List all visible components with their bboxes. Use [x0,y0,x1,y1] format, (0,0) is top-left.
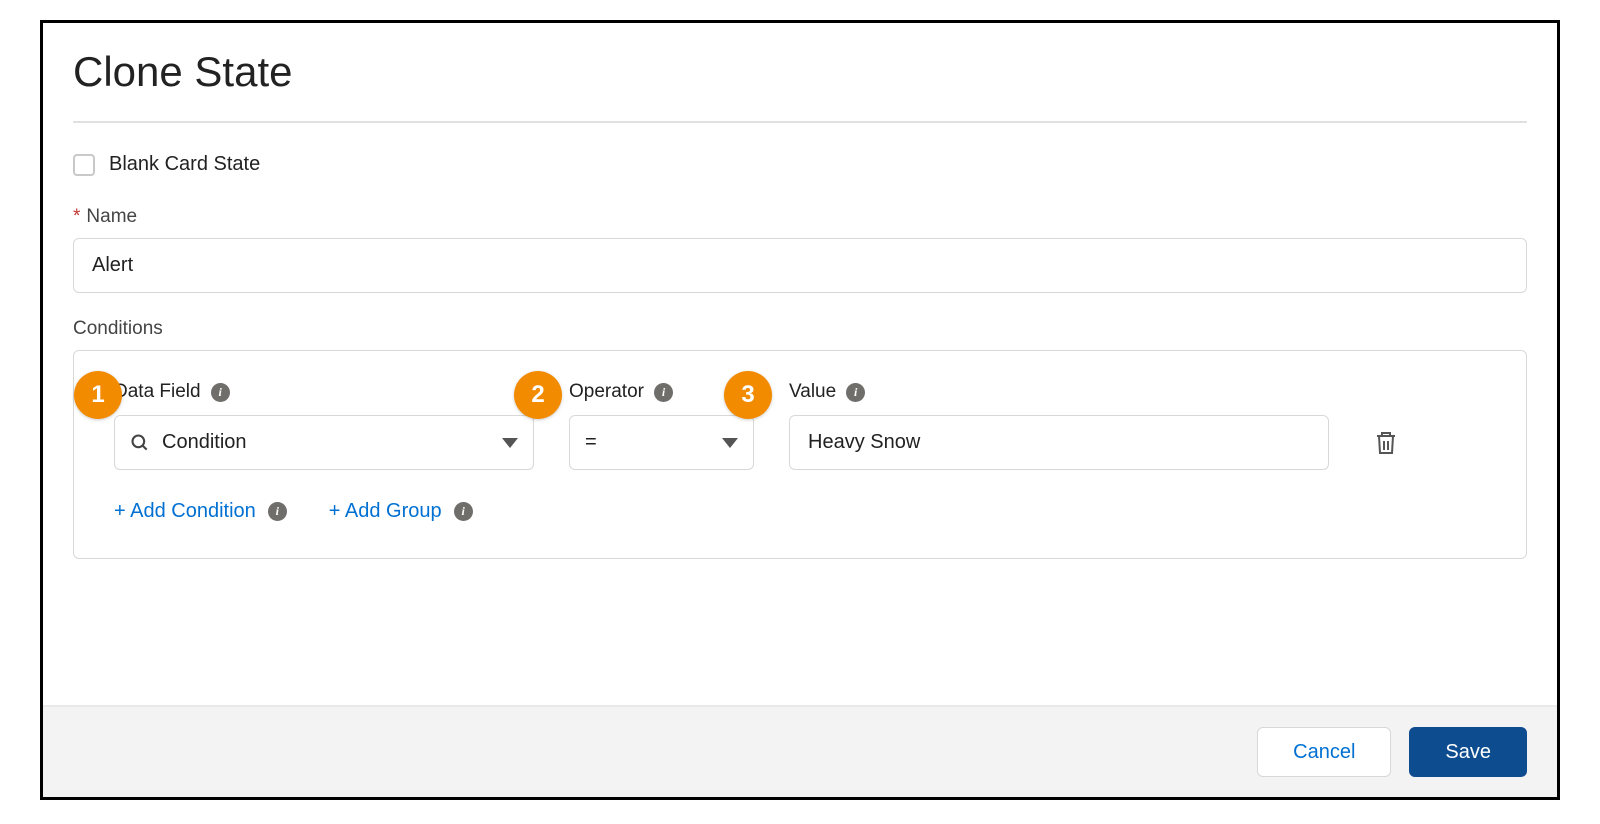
conditions-label: Conditions [73,318,1527,340]
blank-card-state-row: Blank Card State [73,153,1527,176]
operator-label-text: Operator [569,381,644,403]
condition-actions: + Add Condition i + Add Group i [114,500,1486,523]
info-icon[interactable]: i [454,502,473,521]
value-input[interactable] [789,415,1329,470]
callout-3: 3 [724,371,772,419]
modal-title: Clone State [73,48,1527,96]
save-button[interactable]: Save [1409,727,1527,777]
name-input[interactable] [73,238,1527,293]
operator-value: = [585,431,597,454]
search-icon [130,433,150,453]
blank-card-state-label: Blank Card State [109,153,260,176]
modal-footer: Cancel Save [43,705,1557,797]
info-icon[interactable]: i [846,383,865,402]
add-condition-button[interactable]: + Add Condition [114,500,256,523]
divider [73,121,1527,123]
cancel-button[interactable]: Cancel [1257,727,1391,777]
data-field-label-text: Data Field [114,381,201,403]
data-field-label: Data Field i [114,381,534,403]
blank-card-state-checkbox[interactable] [73,154,95,176]
operator-combobox[interactable]: = [569,415,754,470]
info-icon[interactable]: i [268,502,287,521]
data-field-value: Condition [162,431,247,454]
info-icon[interactable]: i [211,383,230,402]
required-indicator: * [73,206,80,228]
name-label-text: Name [86,206,137,228]
value-column: 3 Value i [789,381,1329,470]
name-label: * Name [73,206,1527,228]
conditions-box: 1 Data Field i Condition [73,350,1527,559]
value-label-text: Value [789,381,836,403]
data-field-combobox[interactable]: Condition [114,415,534,470]
info-icon[interactable]: i [654,383,673,402]
callout-1: 1 [74,371,122,419]
callout-2: 2 [514,371,562,419]
delete-condition-button[interactable] [1374,430,1398,470]
clone-state-modal: Clone State Blank Card State * Name Cond… [40,20,1560,800]
add-group-button[interactable]: + Add Group [329,500,442,523]
chevron-down-icon [502,438,518,448]
data-field-column: 1 Data Field i Condition [114,381,534,470]
modal-body: Clone State Blank Card State * Name Cond… [43,23,1557,705]
condition-row: 1 Data Field i Condition [114,381,1486,470]
chevron-down-icon [722,438,738,448]
value-label: Value i [789,381,1329,403]
